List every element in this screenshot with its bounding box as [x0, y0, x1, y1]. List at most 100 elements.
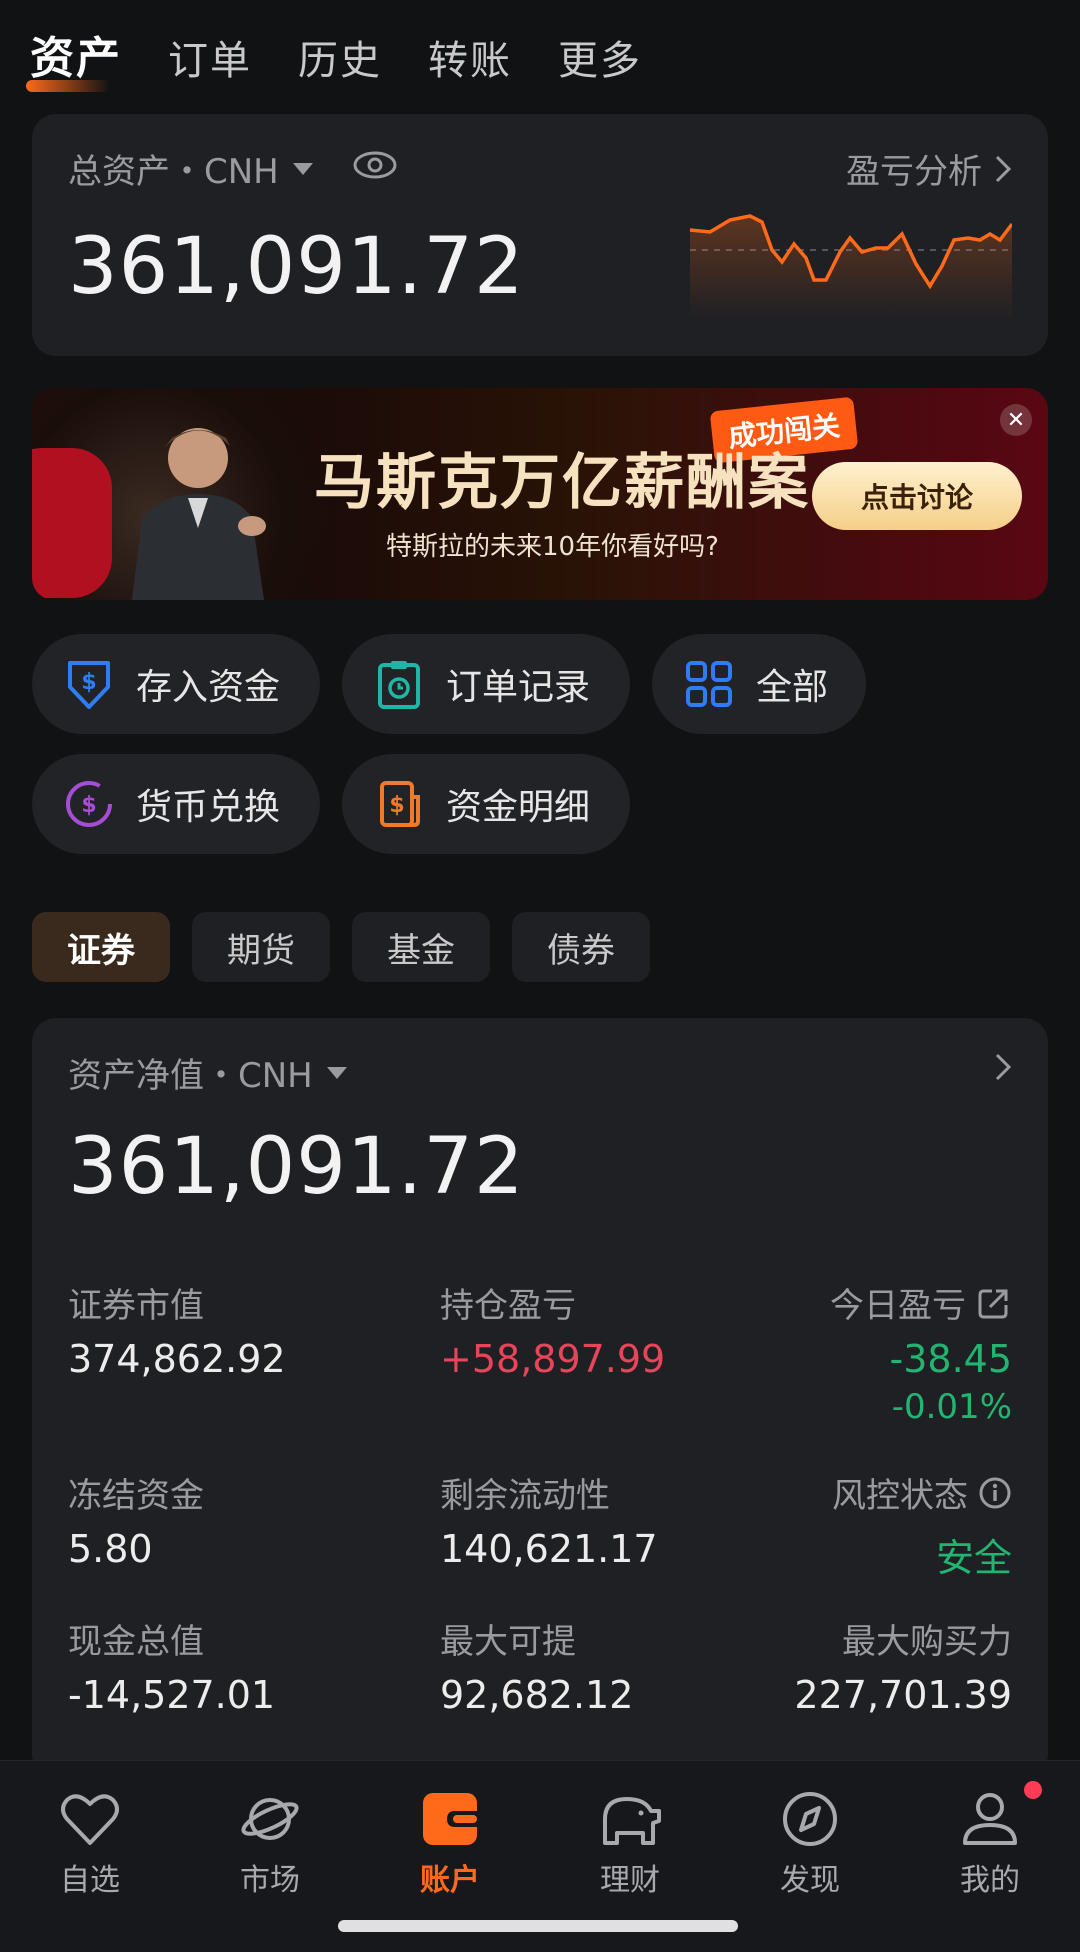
- banner-title: 马斯克万亿薪酬案: [314, 448, 810, 518]
- nav-wealth-label: 理财: [600, 1863, 660, 1898]
- tab-funds[interactable]: 基金: [352, 912, 490, 982]
- piggy-bank-icon: [603, 1797, 661, 1845]
- max-withdrawable-value: 92,682.12: [440, 1673, 634, 1717]
- net-assets-label: 资产净值・CNH: [68, 1056, 313, 1096]
- fund-details-label: 资金明细: [446, 787, 591, 828]
- grid-icon: [682, 657, 736, 711]
- cash-total-value: -14,527.01: [68, 1673, 276, 1717]
- all-functions-button[interactable]: 全部: [652, 634, 866, 734]
- promo-banner[interactable]: 成功闯关 马斯克万亿薪酬案 特斯拉的未来10年你看好吗? 点击讨论 ✕: [32, 388, 1048, 600]
- tab-securities[interactable]: 证券: [32, 912, 170, 982]
- pnl-analysis-label: 盈亏分析: [846, 152, 982, 192]
- chevron-right-icon[interactable]: [994, 1052, 1012, 1082]
- svg-text:$: $: [81, 670, 96, 695]
- deposit-label: 存入资金: [136, 667, 281, 708]
- nav-discover-label: 发现: [780, 1863, 840, 1898]
- pnl-sparkline[interactable]: [690, 210, 1012, 320]
- nav-me-label: 我的: [960, 1863, 1020, 1898]
- today-pnl-label: 今日盈亏: [830, 1286, 966, 1326]
- max-buying-power-value: 227,701.39: [794, 1673, 1012, 1717]
- today-pnl-value: -38.45: [889, 1337, 1013, 1381]
- tab-futures[interactable]: 期货: [192, 912, 330, 982]
- remaining-liquidity-label: 剩余流动性: [440, 1476, 610, 1516]
- chevron-right-icon: [995, 155, 1012, 182]
- compass-icon: [783, 1792, 837, 1846]
- position-pnl-label: 持仓盈亏: [440, 1286, 576, 1326]
- info-icon[interactable]: [978, 1476, 1012, 1510]
- max-withdrawable-stat: 最大可提 92,682.12: [440, 1614, 633, 1717]
- nav-discover[interactable]: 发现: [750, 1791, 870, 1899]
- tab-assets[interactable]: 资产: [26, 22, 122, 96]
- risk-status-value: 安全: [935, 1536, 1012, 1580]
- nav-watchlist-label: 自选: [60, 1863, 120, 1898]
- risk-status-label: 风控状态: [832, 1476, 968, 1516]
- tab-history[interactable]: 历史: [298, 28, 382, 96]
- max-buying-power-stat: 最大购买力 227,701.39: [794, 1614, 1012, 1717]
- nav-me[interactable]: 我的: [930, 1781, 1050, 1899]
- deposit-icon: $: [62, 657, 116, 711]
- total-assets-currency-selector[interactable]: 总资产・CNH: [68, 144, 397, 193]
- max-withdrawable-label: 最大可提: [440, 1622, 576, 1662]
- position-pnl-stat: 持仓盈亏 +58,897.99: [440, 1278, 665, 1381]
- speaker-illustration: [132, 428, 266, 600]
- svg-text:$: $: [81, 793, 96, 818]
- currency-exchange-label: 货币兑换: [136, 787, 281, 828]
- position-pnl-value: +58,897.99: [440, 1337, 666, 1381]
- total-assets-card[interactable]: 总资产・CNH 盈亏分析 361,091.72: [32, 114, 1048, 356]
- frozen-funds-value: 5.80: [68, 1527, 153, 1571]
- eye-icon[interactable]: [353, 149, 397, 189]
- home-indicator[interactable]: [338, 1920, 738, 1932]
- tab-orders[interactable]: 订单: [168, 28, 252, 96]
- tab-transfer[interactable]: 转账: [428, 28, 512, 96]
- net-assets-currency-selector[interactable]: 资产净值・CNH: [68, 1048, 347, 1097]
- pnl-analysis-link[interactable]: 盈亏分析: [846, 144, 1012, 193]
- share-icon[interactable]: [976, 1285, 1012, 1321]
- order-records-button[interactable]: 订单记录: [342, 634, 630, 734]
- total-assets-label: 总资产・CNH: [68, 152, 279, 192]
- caret-down-icon: [326, 1066, 347, 1079]
- securities-value-label: 证券市值: [68, 1286, 204, 1326]
- banner-photo: [32, 388, 332, 600]
- frozen-funds-label: 冻结资金: [68, 1476, 204, 1516]
- risk-status-stat: 风控状态 安全: [832, 1468, 1012, 1582]
- fund-details-button[interactable]: $ 资金明细: [342, 754, 630, 854]
- max-buying-power-label: 最大购买力: [842, 1622, 1012, 1662]
- frozen-funds-stat: 冻结资金 5.80: [68, 1468, 204, 1571]
- nav-wealth[interactable]: 理财: [570, 1791, 690, 1899]
- securities-value-stat: 证券市值 374,862.92: [68, 1278, 286, 1381]
- clipboard-icon: [372, 657, 426, 711]
- tesla-logo-shape: [32, 448, 112, 598]
- tab-bonds[interactable]: 债券: [512, 912, 650, 982]
- nav-market-label: 市场: [240, 1863, 300, 1898]
- banner-subtitle: 特斯拉的未来10年你看好吗?: [386, 532, 719, 562]
- statement-icon: $: [372, 777, 426, 831]
- nav-account-label: 账户: [420, 1863, 480, 1898]
- cash-total-stat: 现金总值 -14,527.01: [68, 1614, 275, 1717]
- heart-icon: [61, 1794, 119, 1845]
- exchange-icon: $: [62, 777, 116, 831]
- remaining-liquidity-value: 140,621.17: [440, 1527, 658, 1571]
- currency-exchange-button[interactable]: $ 货币兑换: [32, 754, 320, 854]
- net-assets-value: 361,091.72: [68, 1122, 525, 1212]
- tab-more[interactable]: 更多: [558, 28, 642, 96]
- svg-text:$: $: [389, 793, 404, 818]
- user-icon: [963, 1793, 1017, 1845]
- banner-discuss-button[interactable]: 点击讨论: [812, 462, 1022, 530]
- nav-account[interactable]: 账户: [390, 1791, 510, 1899]
- deposit-button[interactable]: $ 存入资金: [32, 634, 320, 734]
- caret-down-icon: [292, 162, 313, 175]
- nav-watchlist[interactable]: 自选: [30, 1791, 150, 1899]
- total-assets-value: 361,091.72: [68, 222, 525, 312]
- all-functions-label: 全部: [756, 667, 829, 708]
- wallet-icon: [423, 1793, 477, 1845]
- top-tab-bar: 资产 订单 历史 转账 更多: [26, 22, 642, 96]
- close-icon[interactable]: ✕: [1000, 404, 1032, 436]
- today-pnl-stat[interactable]: 今日盈亏 -38.45 -0.01%: [830, 1278, 1012, 1427]
- nav-market[interactable]: 市场: [210, 1791, 330, 1899]
- notification-dot: [1024, 1781, 1042, 1799]
- net-assets-card: 资产净值・CNH 361,091.72 证券市值 374,862.92 持仓盈亏…: [32, 1018, 1048, 1778]
- today-pnl-percent: -0.01%: [891, 1387, 1012, 1427]
- planet-icon: [241, 1798, 299, 1840]
- order-records-label: 订单记录: [446, 667, 591, 708]
- cash-total-label: 现金总值: [68, 1622, 204, 1662]
